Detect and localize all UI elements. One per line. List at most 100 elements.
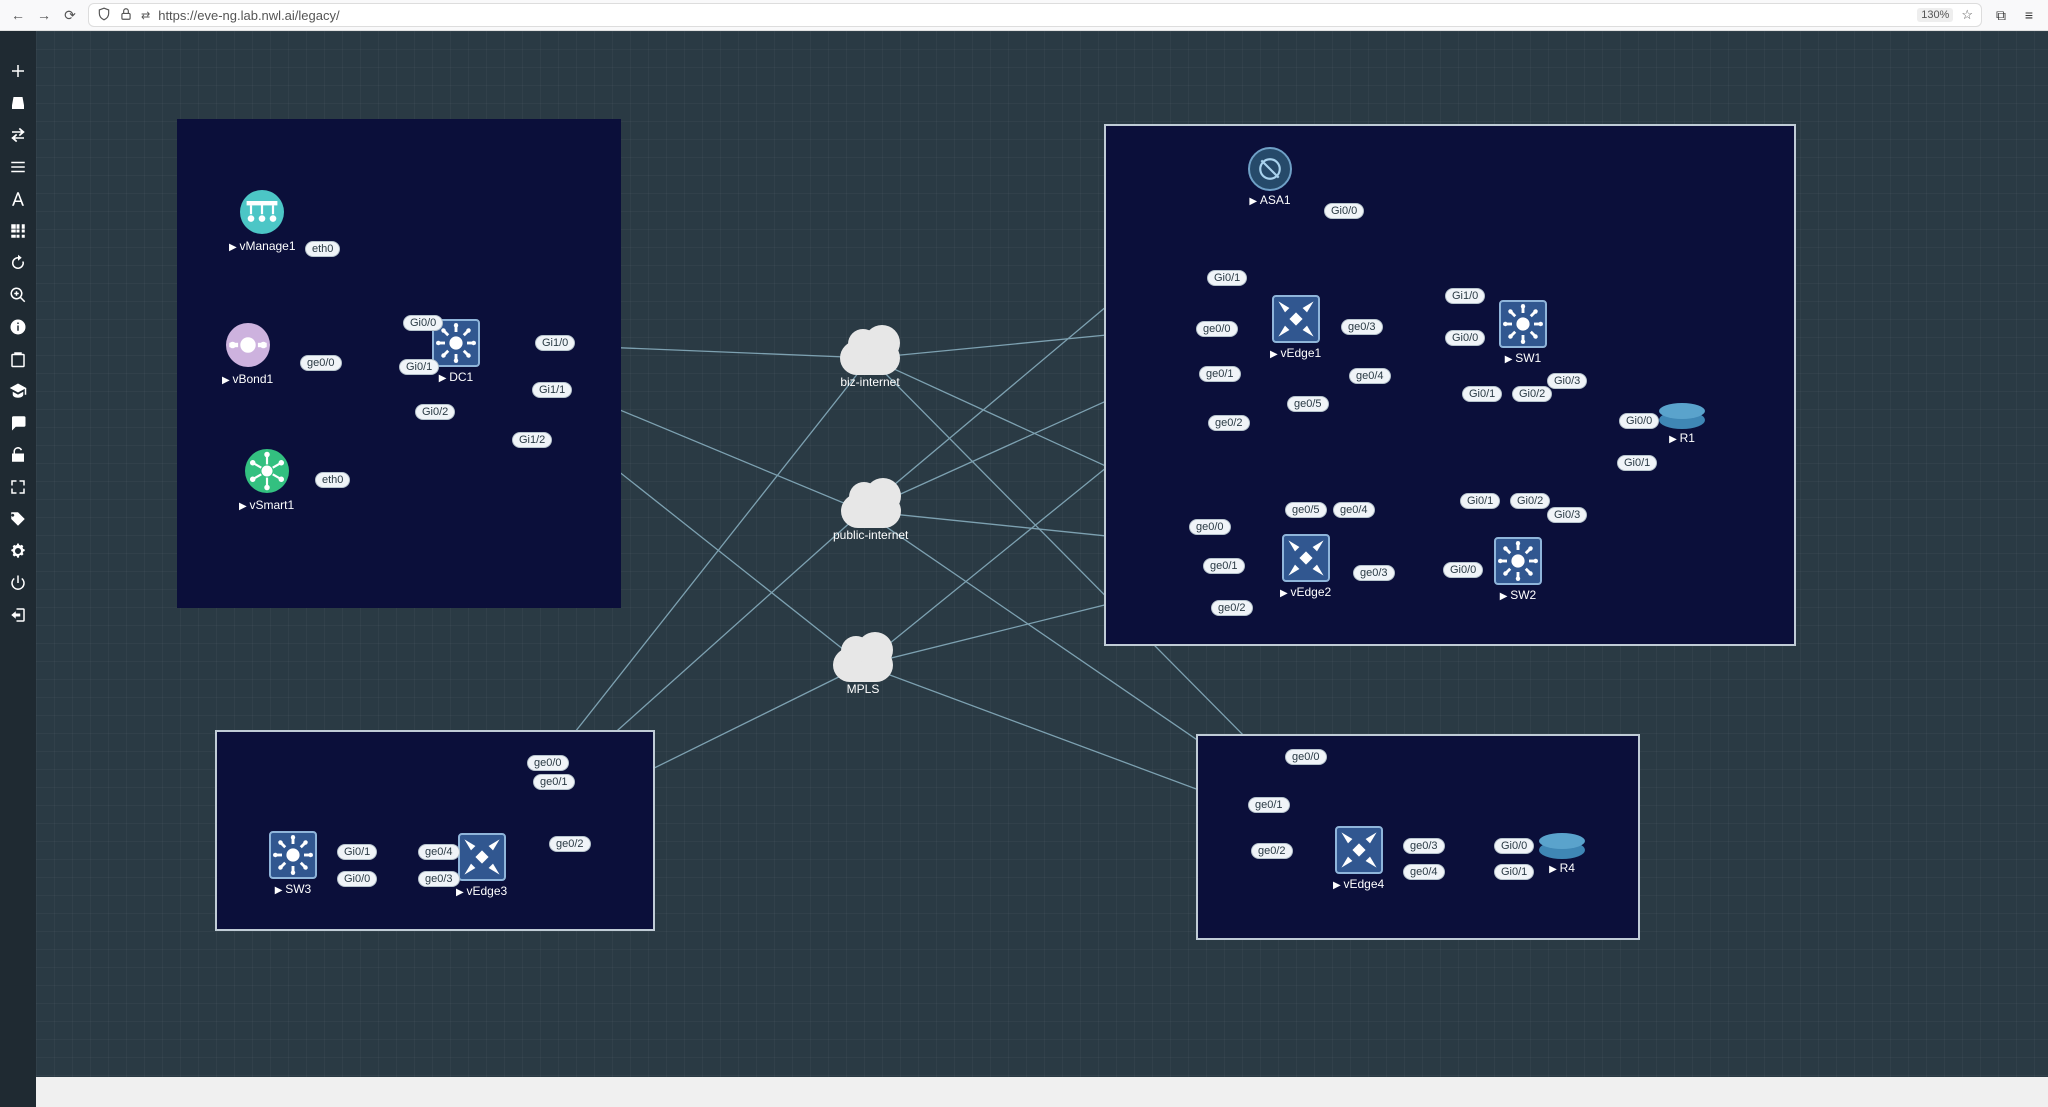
port-label[interactable]: ge0/5 (1285, 502, 1327, 518)
url-bar[interactable]: ⇄ https://eve-ng.lab.nwl.ai/legacy/ 130%… (88, 3, 1982, 27)
port-label[interactable]: ge0/2 (1211, 600, 1253, 616)
port-label[interactable]: eth0 (305, 241, 340, 257)
node-asa1[interactable]: ASA1 (1248, 147, 1292, 207)
port-label[interactable]: Gi0/0 (337, 871, 377, 887)
port-label[interactable]: ge0/4 (1349, 368, 1391, 384)
port-label[interactable]: eth0 (315, 472, 350, 488)
port-label[interactable]: Gi1/0 (1445, 288, 1485, 304)
tool-grid[interactable] (8, 221, 28, 241)
tool-lock[interactable] (8, 445, 28, 465)
tool-graduation[interactable] (8, 381, 28, 401)
tool-tag[interactable] (8, 509, 28, 529)
node-vedge1[interactable]: vEdge1 (1270, 295, 1321, 360)
tool-settings[interactable] (8, 541, 28, 561)
port-label[interactable]: ge0/0 (1196, 321, 1238, 337)
port-label[interactable]: Gi0/2 (1510, 493, 1550, 509)
star-icon[interactable]: ☆ (1961, 7, 1973, 23)
port-label[interactable]: Gi0/3 (1547, 507, 1587, 523)
tool-storage[interactable] (8, 93, 28, 113)
tool-list[interactable] (8, 157, 28, 177)
cloud-mpls[interactable]: MPLS (833, 648, 893, 696)
hamburger-icon[interactable]: ≡ (2020, 7, 2038, 23)
port-label[interactable]: Gi0/0 (1619, 413, 1659, 429)
port-label[interactable]: ge0/3 (418, 871, 460, 887)
asa-icon (1248, 147, 1292, 191)
node-vedge2[interactable]: vEdge2 (1280, 534, 1331, 599)
port-label[interactable]: ge0/4 (1333, 502, 1375, 518)
tool-chat[interactable] (8, 413, 28, 433)
node-r1[interactable]: R1 (1659, 411, 1705, 445)
node-vmanage[interactable]: vManage1 (229, 190, 296, 253)
port-label[interactable]: Gi0/0 (1324, 203, 1364, 219)
node-vedge3[interactable]: vEdge3 (456, 833, 507, 898)
node-sw2[interactable]: SW2 (1494, 537, 1542, 602)
tool-refresh[interactable] (8, 253, 28, 273)
node-vedge4[interactable]: vEdge4 (1333, 826, 1384, 891)
tool-exit[interactable] (8, 605, 28, 625)
port-label[interactable]: ge0/0 (527, 755, 569, 771)
node-icon (269, 831, 317, 879)
port-label[interactable]: Gi1/2 (512, 432, 552, 448)
tool-info[interactable] (8, 317, 28, 337)
port-label[interactable]: Gi0/1 (1462, 386, 1502, 402)
node-vsmart[interactable]: vSmart1 (239, 449, 294, 512)
port-label[interactable]: Gi0/0 (403, 315, 443, 331)
port-label[interactable]: ge0/5 (1287, 396, 1329, 412)
port-label[interactable]: ge0/2 (1251, 843, 1293, 859)
tool-add[interactable] (8, 61, 28, 81)
topology-canvas[interactable]: biz-internet public-internet MPLS vManag… (0, 31, 2048, 1077)
port-label[interactable]: Gi0/0 (1494, 838, 1534, 854)
port-label[interactable]: Gi0/2 (1512, 386, 1552, 402)
port-label[interactable]: Gi0/0 (1445, 330, 1485, 346)
perms-icon: ⇄ (141, 9, 150, 22)
port-label[interactable]: ge0/3 (1403, 838, 1445, 854)
zoom-indicator[interactable]: 130% (1917, 8, 1953, 22)
port-label[interactable]: ge0/3 (1341, 319, 1383, 335)
port-label[interactable]: Gi0/1 (1494, 864, 1534, 880)
tool-zoom[interactable] (8, 285, 28, 305)
back-button[interactable]: ← (10, 7, 26, 23)
node-r4[interactable]: R4 (1539, 841, 1585, 875)
port-label[interactable]: ge0/2 (1208, 415, 1250, 431)
port-label[interactable]: ge0/0 (1285, 749, 1327, 765)
tool-text[interactable] (8, 189, 28, 209)
port-label[interactable]: Gi1/0 (535, 335, 575, 351)
cloud-icon (840, 341, 900, 375)
node-sw3[interactable]: SW3 (269, 831, 317, 896)
port-label[interactable]: Gi0/1 (399, 359, 439, 375)
port-label[interactable]: ge0/1 (533, 774, 575, 790)
port-label[interactable]: Gi0/1 (337, 844, 377, 860)
tool-power[interactable] (8, 573, 28, 593)
cloud-pub[interactable]: public-internet (833, 494, 908, 542)
port-label[interactable]: Gi1/1 (532, 382, 572, 398)
port-label[interactable]: ge0/0 (300, 355, 342, 371)
port-label[interactable]: ge0/3 (1353, 565, 1395, 581)
port-label[interactable]: ge0/4 (1403, 864, 1445, 880)
port-label[interactable]: Gi0/1 (1460, 493, 1500, 509)
tool-fullscreen[interactable] (8, 477, 28, 497)
port-label[interactable]: Gi0/1 (1207, 270, 1247, 286)
port-label[interactable]: ge0/1 (1203, 558, 1245, 574)
port-label[interactable]: Gi0/2 (415, 404, 455, 420)
reload-button[interactable]: ⟳ (62, 7, 78, 24)
port-label[interactable]: Gi0/0 (1443, 562, 1483, 578)
tool-swap[interactable] (8, 125, 28, 145)
node-label: vEdge4 (1333, 877, 1384, 891)
forward-button[interactable]: → (36, 7, 52, 23)
pocket-icon[interactable]: ⧉ (1992, 7, 2010, 24)
port-label[interactable]: ge0/1 (1248, 797, 1290, 813)
router-icon (1539, 841, 1585, 859)
cloud-biz[interactable]: biz-internet (840, 341, 900, 389)
port-label[interactable]: ge0/4 (418, 844, 460, 860)
port-label[interactable]: Gi0/1 (1617, 455, 1657, 471)
tool-notes[interactable] (8, 349, 28, 369)
port-label[interactable]: ge0/1 (1199, 366, 1241, 382)
cloud-label: MPLS (833, 682, 893, 696)
cloud-icon (833, 648, 893, 682)
port-label[interactable]: ge0/0 (1189, 519, 1231, 535)
port-label[interactable]: ge0/2 (549, 836, 591, 852)
port-label[interactable]: Gi0/3 (1547, 373, 1587, 389)
node-icon (245, 449, 289, 493)
node-sw1[interactable]: SW1 (1499, 300, 1547, 365)
node-vbond[interactable]: vBond1 (222, 323, 273, 386)
